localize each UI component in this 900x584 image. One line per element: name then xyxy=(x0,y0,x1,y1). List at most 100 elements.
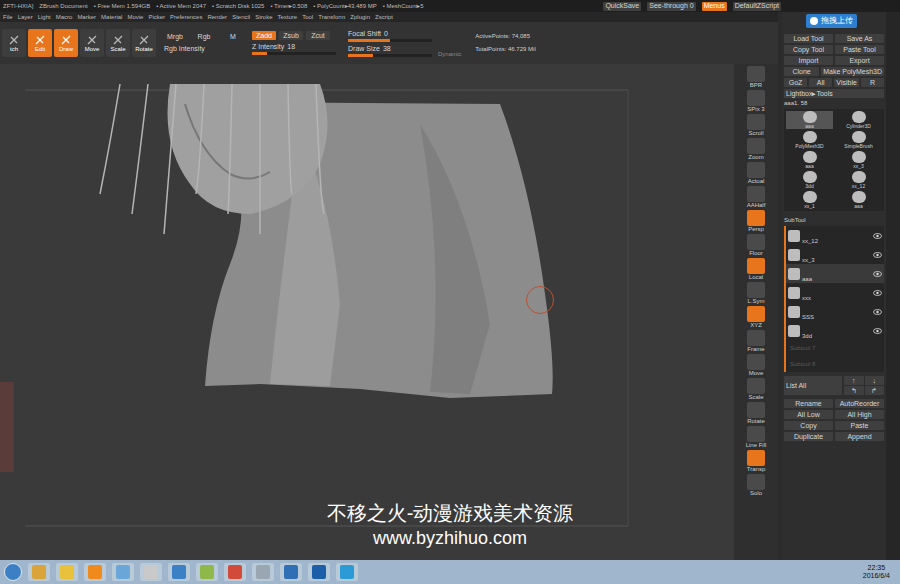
arrow-button[interactable]: ↱ xyxy=(865,386,885,395)
z-intensity-slider[interactable]: Z Intensity18 xyxy=(252,43,336,55)
shelf-button[interactable]: Floor xyxy=(742,234,770,257)
taskbar-app-icon[interactable] xyxy=(308,563,330,581)
subtool-action-button[interactable]: All High xyxy=(835,410,884,419)
eye-icon[interactable] xyxy=(873,309,882,315)
shelf-button[interactable]: SPix 3 xyxy=(742,90,770,113)
subtool-row[interactable]: xx_12 xyxy=(786,226,884,245)
tool-thumbnail[interactable]: SimpleBrush xyxy=(835,131,882,149)
shelf-button[interactable]: Line Fill xyxy=(742,426,770,449)
tool-thumbnail[interactable]: Cylinder3D xyxy=(835,111,882,129)
tool-button[interactable]: tch xyxy=(2,29,26,57)
tool-button[interactable]: Scale xyxy=(106,29,130,57)
tool-palette-button[interactable]: Import xyxy=(784,56,833,65)
brush-slider[interactable]: Focal Shift0 xyxy=(348,30,432,42)
title-button[interactable]: DefaultZScript xyxy=(733,2,781,11)
subtool-row[interactable]: SSS xyxy=(786,302,884,321)
shelf-button[interactable]: BPR xyxy=(742,66,770,89)
tool-button[interactable]: Rotate xyxy=(132,29,156,57)
eye-icon[interactable] xyxy=(873,233,882,239)
menu-item[interactable]: Material xyxy=(101,14,122,21)
menu-item[interactable]: Render xyxy=(207,14,227,21)
subtool-action-button[interactable]: Append xyxy=(835,432,884,441)
tool-button[interactable]: Edit xyxy=(28,29,52,57)
goz-button[interactable]: All xyxy=(809,78,832,87)
menu-item[interactable]: Transform xyxy=(318,14,345,21)
z-mode-button[interactable]: Zsub xyxy=(279,31,303,40)
shelf-button[interactable]: Frame xyxy=(742,330,770,353)
z-mode-button[interactable]: Zcut xyxy=(306,31,330,40)
title-button[interactable]: See-through 0 xyxy=(647,2,695,11)
subtool-row[interactable]: 3dd xyxy=(786,321,884,340)
channel-button[interactable]: M xyxy=(220,33,246,42)
subtool-row[interactable]: aaa xyxy=(786,264,884,283)
shelf-button[interactable]: Actual xyxy=(742,162,770,185)
shelf-button[interactable]: Scale xyxy=(742,378,770,401)
menu-item[interactable]: Stencil xyxy=(232,14,250,21)
menu-item[interactable]: Light xyxy=(38,14,51,21)
shelf-button[interactable]: Local xyxy=(742,258,770,281)
menu-item[interactable]: Layer xyxy=(18,14,33,21)
menu-item[interactable]: Macro xyxy=(56,14,73,21)
tool-palette-button[interactable]: Export xyxy=(835,56,884,65)
eye-icon[interactable] xyxy=(873,252,882,258)
tool-palette-button[interactable]: Save As xyxy=(835,34,884,43)
shelf-button[interactable]: XYZ xyxy=(742,306,770,329)
z-mode-button[interactable]: Zadd xyxy=(252,31,276,40)
eye-icon[interactable] xyxy=(873,328,882,334)
menu-item[interactable]: Picker xyxy=(148,14,165,21)
subtool-action-button[interactable]: Copy xyxy=(784,421,833,430)
menu-item[interactable]: Preferences xyxy=(170,14,202,21)
menu-item[interactable]: Marker xyxy=(77,14,96,21)
taskbar-app-icon[interactable] xyxy=(336,563,358,581)
menu-item[interactable]: Texture xyxy=(277,14,297,21)
taskbar-app-icon[interactable] xyxy=(56,563,78,581)
arrow-button[interactable]: ↓ xyxy=(865,376,885,385)
taskbar-app-icon[interactable] xyxy=(28,563,50,581)
shelf-button[interactable]: Scroll xyxy=(742,114,770,137)
start-button-icon[interactable] xyxy=(4,563,22,581)
shelf-button[interactable]: Zoom xyxy=(742,138,770,161)
tool-palette-button[interactable]: Make PolyMesh3D xyxy=(821,67,884,76)
taskbar-app-icon[interactable] xyxy=(252,563,274,581)
menu-item[interactable]: Zscript xyxy=(375,14,393,21)
shelf-button[interactable]: AAHalf xyxy=(742,186,770,209)
subtool-row[interactable]: xx_3 xyxy=(786,245,884,264)
taskbar-app-icon[interactable] xyxy=(168,563,190,581)
tool-thumbnail[interactable]: xx_1 xyxy=(786,191,833,209)
clock[interactable]: 22:352016/6/4 xyxy=(863,564,896,580)
eye-icon[interactable] xyxy=(873,271,882,277)
arrow-button[interactable]: ↑ xyxy=(844,376,864,385)
menu-item[interactable]: Zplugin xyxy=(350,14,370,21)
shelf-button[interactable]: Transp xyxy=(742,450,770,473)
taskbar-app-icon[interactable] xyxy=(140,563,162,581)
subtool-row[interactable]: xxx xyxy=(786,283,884,302)
channel-button[interactable]: Mrgb xyxy=(162,33,188,42)
tool-palette-button[interactable]: Load Tool xyxy=(784,34,833,43)
shelf-button[interactable]: Solo xyxy=(742,474,770,497)
goz-button[interactable]: R xyxy=(861,78,884,87)
taskbar-app-icon[interactable] xyxy=(224,563,246,581)
rgb-intensity-slider[interactable]: Rgb Intensity xyxy=(162,45,246,54)
tool-thumbnail[interactable]: xx_3 xyxy=(835,151,882,169)
menu-item[interactable]: File xyxy=(3,14,13,21)
taskbar-app-icon[interactable] xyxy=(280,563,302,581)
shelf-button[interactable]: Rotate xyxy=(742,402,770,425)
subtool-action-button[interactable]: AutoReorder xyxy=(835,399,884,408)
taskbar-app-icon[interactable] xyxy=(84,563,106,581)
list-all-button[interactable]: List All xyxy=(784,376,842,395)
tool-thumbnail[interactable]: aaa xyxy=(786,111,833,129)
menu-item[interactable]: Tool xyxy=(302,14,313,21)
dynamic-button[interactable]: Dynamic xyxy=(438,50,461,59)
lightbox-tools-button[interactable]: Lightbox▸Tools xyxy=(784,89,884,98)
shelf-button[interactable]: L.Sym xyxy=(742,282,770,305)
subtool-action-button[interactable]: All Low xyxy=(784,410,833,419)
arrow-button[interactable]: ↰ xyxy=(844,386,864,395)
tool-button[interactable]: Move xyxy=(80,29,104,57)
taskbar-app-icon[interactable] xyxy=(112,563,134,581)
subtool-action-button[interactable]: Rename xyxy=(784,399,833,408)
menu-item[interactable]: Stroke xyxy=(255,14,272,21)
tool-palette-button[interactable]: Paste Tool xyxy=(835,45,884,54)
tool-thumbnail[interactable]: xx_12 xyxy=(835,171,882,189)
shelf-button[interactable]: Move xyxy=(742,354,770,377)
shelf-button[interactable]: Persp xyxy=(742,210,770,233)
